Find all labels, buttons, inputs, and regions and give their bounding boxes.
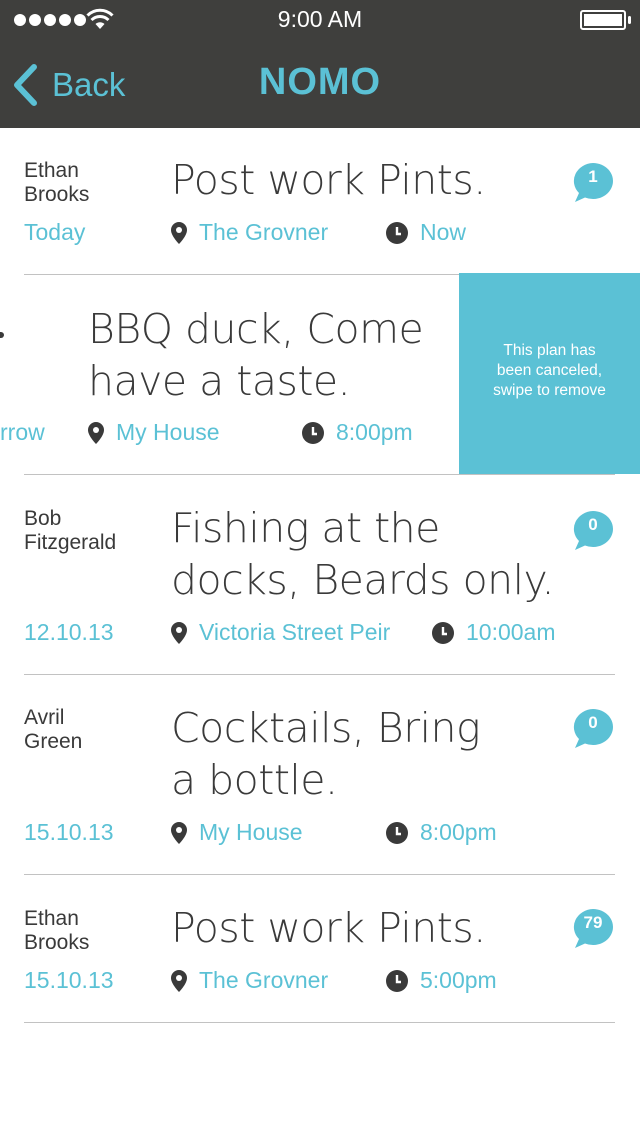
- row-divider: [24, 1022, 615, 1023]
- plan-time: 8:00pm: [302, 419, 413, 446]
- plan-user: Avril Green: [24, 706, 83, 753]
- plan-row[interactable]: Ethan Brooks Today Post work Pints. The G…: [0, 128, 640, 274]
- comment-count-badge[interactable]: 0: [571, 509, 615, 553]
- comment-count-badge[interactable]: 1: [571, 161, 615, 205]
- plan-user: Ethan Brooks: [24, 907, 90, 954]
- plan-location: My House: [88, 419, 220, 446]
- plan-user: Ethan Brooks: [24, 159, 90, 206]
- canceled-plan-notice[interactable]: This plan has been canceled, swipe to re…: [459, 273, 640, 474]
- plan-date: 15.10.13: [24, 967, 114, 993]
- clock-icon: [386, 969, 408, 992]
- location-pin-icon: [171, 221, 187, 244]
- clock-icon: [302, 421, 324, 444]
- plan-date: 15.10.13: [24, 819, 114, 845]
- location-pin-icon: [88, 421, 104, 444]
- app-title: NOMO: [258, 61, 382, 103]
- plan-title: Post work Pints.: [171, 904, 486, 952]
- comment-count-badge[interactable]: 79: [571, 907, 615, 951]
- location-pin-icon: [171, 969, 187, 992]
- plan-date: Today: [24, 219, 86, 245]
- plan-date: rrow: [0, 419, 45, 445]
- plan-user: Bob Fitzgerald: [24, 507, 117, 554]
- plan-row[interactable]: Avril Green 15.10.13 Cocktails, Bring a bo…: [0, 674, 640, 874]
- status-bar: 9:00 AM: [0, 0, 640, 40]
- plan-row[interactable]: Ethan Brooks 15.10.13 Post work Pints. Th…: [0, 874, 640, 1022]
- plan-user: [0, 332, 4, 338]
- plan-date: 12.10.13: [24, 619, 114, 645]
- clock-icon: [386, 821, 408, 844]
- plan-location: The Grovner: [171, 219, 328, 246]
- plan-location: The Grovner: [171, 967, 328, 994]
- plan-title: Post work Pints.: [171, 156, 486, 204]
- plan-location: My House: [171, 819, 303, 846]
- clock-icon: [432, 621, 454, 644]
- clock-icon: [386, 221, 408, 244]
- plan-time: 8:00pm: [386, 819, 497, 846]
- plan-row[interactable]: Bob Fitzgerald 12.10.13 Fishing at the doc…: [0, 474, 640, 674]
- plan-time: Now: [386, 219, 466, 246]
- plan-title: Cocktails, Bring a bottle.: [171, 704, 481, 804]
- plan-title: BBQ duck, Come have a taste.: [88, 305, 424, 405]
- plan-title: Fishing at the docks, Beards only.: [171, 504, 554, 604]
- location-pin-icon: [171, 821, 187, 844]
- plan-time: 10:00am: [432, 619, 556, 646]
- app-header: 9:00 AM Back NOMO: [0, 0, 640, 128]
- comment-count-badge[interactable]: 0: [571, 707, 615, 751]
- battery-icon: [580, 10, 626, 30]
- location-pin-icon: [171, 621, 187, 644]
- plan-time: 5:00pm: [386, 967, 497, 994]
- plan-location: Victoria Street Peir: [171, 619, 390, 646]
- status-time: 9:00 AM: [277, 6, 363, 32]
